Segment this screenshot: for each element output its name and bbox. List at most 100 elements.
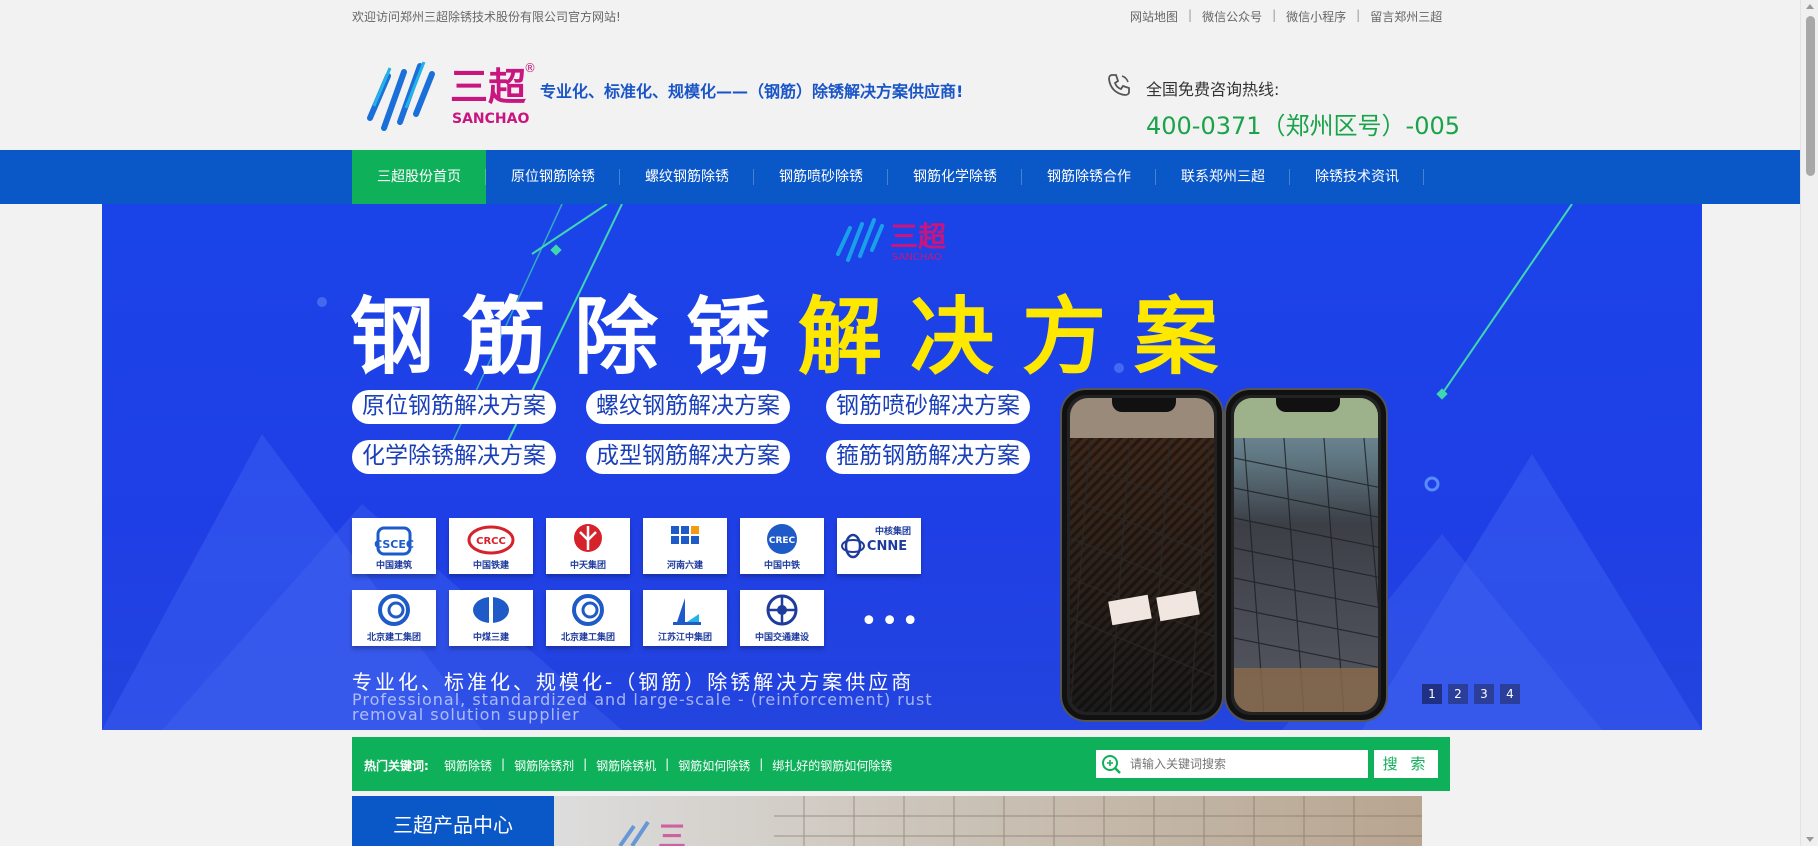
pager-dot-4[interactable]: 4: [1500, 684, 1520, 704]
solution-pill[interactable]: 成型钢筋解决方案: [586, 440, 790, 474]
header-slogan: 专业化、标准化、规模化——（钢筋）除锈解决方案供应商!: [540, 82, 964, 101]
client-logo-zhongmei: 中煤三建: [449, 590, 533, 646]
nav-item-rebar-rust-removal[interactable]: 螺纹钢筋除锈: [620, 150, 754, 204]
search-icon: [1100, 753, 1122, 775]
nav-item-home[interactable]: 三超股份首页: [352, 150, 486, 204]
client-name: 江苏江中集团: [657, 633, 712, 643]
leave-message-link[interactable]: 留言郑州三超: [1370, 8, 1442, 25]
top-bar: 欢迎访问郑州三超除锈技术股份有限公司官方网站! 网站地图 | 微信公众号 | 微…: [0, 0, 1800, 30]
headline-yellow: 解决方案: [798, 288, 1247, 386]
svg-text:CSCEC: CSCEC: [374, 538, 414, 551]
banner-logo: 三超 SANCHAO: [832, 210, 962, 266]
client-name: 中国交通建设: [754, 633, 809, 643]
nav-item-chemical-rust-removal[interactable]: 钢筋化学除锈: [888, 150, 1022, 204]
construction-photo: [1070, 398, 1214, 712]
hero-banner[interactable]: 三超 SANCHAO 钢筋除锈解决方案 原位钢筋解决方案 螺纹钢筋解决方案 钢筋…: [102, 204, 1702, 730]
client-name: 北京建工集团: [366, 633, 421, 643]
hotline-label: 全国免费咨询热线:: [1146, 80, 1280, 99]
pager-dot-2[interactable]: 2: [1448, 684, 1468, 704]
keyword-link[interactable]: 钢筋如何除锈: [678, 757, 750, 774]
keyword-separator: |: [665, 757, 670, 771]
client-logo-cscec: CSCEC 中国建筑: [352, 518, 436, 574]
client-logo-crcc: CRCC 中国铁建: [449, 518, 533, 574]
client-name: 中国建筑: [375, 561, 412, 571]
page-scrollbar[interactable]: [1800, 0, 1818, 846]
search-button[interactable]: 搜 索: [1374, 750, 1438, 778]
keyword-separator: |: [759, 757, 764, 771]
client-logo-bucg-2: 北京建工集团: [546, 590, 630, 646]
link-separator: |: [1272, 8, 1277, 22]
phone-icon: [1106, 72, 1132, 98]
banner-logo-sub: SANCHAO: [892, 252, 942, 263]
client-logo-crec: CREC 中国中铁: [740, 518, 824, 574]
svg-text:三: 三: [658, 820, 686, 846]
top-links: 网站地图 | 微信公众号 | 微信小程序 | 留言郑州三超: [1130, 8, 1442, 25]
search-box: [1096, 750, 1368, 778]
rebar-stack-photo: [1234, 398, 1378, 712]
keyword-link[interactable]: 钢筋除锈剂: [514, 757, 574, 774]
sitemap-link[interactable]: 网站地图: [1130, 8, 1178, 25]
solution-pill[interactable]: 螺纹钢筋解决方案: [586, 390, 790, 424]
client-logo-cccc: 中国交通建设: [740, 590, 824, 646]
nav-item-news[interactable]: 除锈技术资讯: [1290, 150, 1424, 204]
logo-sub: SANCHAO: [452, 111, 529, 127]
hot-keywords-label: 热门关键词:: [364, 759, 429, 773]
client-logo-cnne: CNNE 中核集团: [837, 518, 921, 574]
client-name: 中国中铁: [763, 561, 800, 571]
solution-pill[interactable]: 箍筋钢筋解决方案: [826, 440, 1030, 474]
link-separator: |: [1188, 8, 1193, 22]
more-clients-indicator: •••: [860, 604, 923, 639]
client-name: 中核集团: [874, 527, 911, 537]
pager-dot-1[interactable]: 1: [1422, 684, 1442, 704]
solution-pill[interactable]: 原位钢筋解决方案: [352, 390, 556, 424]
svg-text:CREC: CREC: [769, 536, 796, 546]
phone-mockup-left: [1062, 390, 1222, 720]
client-name: 北京建工集团: [560, 633, 615, 643]
solution-pill[interactable]: 化学除锈解决方案: [352, 440, 556, 474]
client-name: 河南六建: [666, 561, 703, 571]
banner-headline: 钢筋除锈解决方案: [350, 270, 1246, 391]
banner-tagline-en: Professional, standardized and large-sca…: [352, 690, 933, 724]
client-logo-zhongtian: 中天集团: [546, 518, 630, 574]
hotline-number: 400-0371（郑州区号）-005: [1146, 112, 1461, 140]
keyword-separator: |: [501, 757, 506, 771]
logo-registered: ®: [524, 61, 536, 75]
scroll-thumb[interactable]: [1806, 16, 1815, 176]
banner-pager: 1 2 3 4: [1422, 684, 1520, 704]
wechat-miniprogram-link[interactable]: 微信小程序: [1286, 8, 1346, 25]
hot-keywords-list: 钢筋除锈 | 钢筋除锈剂 | 钢筋除锈机 | 钢筋如何除锈 | 绑扎好的钢筋如何…: [444, 757, 892, 774]
search-input[interactable]: [1130, 750, 1362, 778]
keyword-search-bar: 热门关键词: 钢筋除锈 | 钢筋除锈剂 | 钢筋除锈机 | 钢筋如何除锈 | 绑…: [352, 737, 1450, 791]
client-logo-bucg: 北京建工集团: [352, 590, 436, 646]
cnne-logo-text: CNNE: [867, 539, 907, 554]
nav-item-in-situ-rust-removal[interactable]: 原位钢筋除锈: [486, 150, 620, 204]
scroll-down-icon[interactable]: [1806, 837, 1814, 842]
product-center-image: 三: [554, 796, 1422, 846]
solution-pill[interactable]: 钢筋喷砂解决方案: [826, 390, 1030, 424]
scroll-up-icon[interactable]: [1806, 4, 1814, 9]
link-separator: |: [1356, 8, 1361, 22]
pager-dot-3[interactable]: 3: [1474, 684, 1494, 704]
company-logo[interactable]: 三超 SANCHAO ®: [360, 48, 540, 138]
nav-item-cooperation[interactable]: 钢筋除锈合作: [1022, 150, 1156, 204]
svg-text:CRCC: CRCC: [476, 536, 506, 547]
site-header: 三超 SANCHAO ® 专业化、标准化、规模化——（钢筋）除锈解决方案供应商!…: [0, 30, 1800, 150]
keyword-separator: |: [583, 757, 588, 771]
client-name: 中煤三建: [472, 633, 509, 643]
client-logo-henan-liujian: 河南六建: [643, 518, 727, 574]
keyword-link[interactable]: 钢筋除锈机: [596, 757, 656, 774]
product-center-tab[interactable]: 三超产品中心: [352, 796, 554, 846]
logo-text: 三超: [450, 65, 527, 109]
client-name: 中国铁建: [472, 561, 509, 571]
client-name: 中天集团: [569, 561, 606, 571]
banner-logo-text: 三超: [890, 220, 947, 253]
phone-mockup-right: [1226, 390, 1386, 720]
keyword-link[interactable]: 绑扎好的钢筋如何除锈: [772, 757, 892, 774]
nav-item-contact[interactable]: 联系郑州三超: [1156, 150, 1290, 204]
main-nav: 三超股份首页 原位钢筋除锈 螺纹钢筋除锈 钢筋喷砂除锈 钢筋化学除锈 钢筋除锈合…: [0, 150, 1800, 204]
wechat-official-link[interactable]: 微信公众号: [1202, 8, 1262, 25]
keyword-link[interactable]: 钢筋除锈: [444, 757, 492, 774]
client-logo-jiangzhong: 江苏江中集团: [643, 590, 727, 646]
welcome-text: 欢迎访问郑州三超除锈技术股份有限公司官方网站!: [352, 10, 621, 24]
nav-item-sandblast-rust-removal[interactable]: 钢筋喷砂除锈: [754, 150, 888, 204]
